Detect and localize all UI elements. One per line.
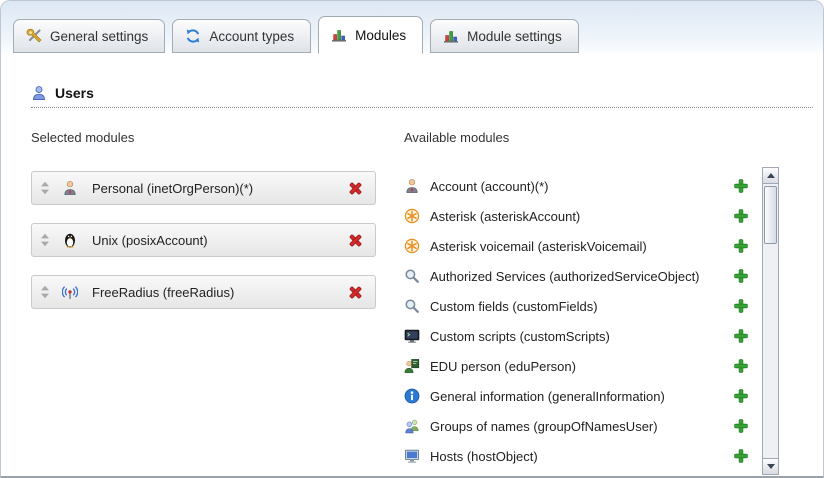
section-title: Users — [55, 85, 94, 101]
info-icon — [404, 388, 420, 404]
available-module-label: Groups of names (groupOfNamesUser) — [430, 419, 658, 434]
edu-person-icon — [404, 358, 420, 374]
arrow-down-icon — [767, 464, 775, 469]
available-module-row: Hosts (hostObject) — [404, 441, 762, 471]
available-module-row: Asterisk voicemail (asteriskVoicemail) — [404, 231, 762, 261]
drag-handle-icon[interactable] — [40, 181, 50, 195]
available-module-row: Groups of names (groupOfNamesUser) — [404, 411, 762, 441]
magnifier-icon — [404, 298, 420, 314]
add-icon[interactable] — [734, 449, 748, 463]
available-module-row: General information (generalInformation) — [404, 381, 762, 411]
available-module-label: EDU person (eduPerson) — [430, 359, 576, 374]
add-icon[interactable] — [734, 299, 748, 313]
available-module-label: General information (generalInformation) — [430, 389, 665, 404]
lam-config-window: General settings Account types Modules M… — [0, 0, 824, 478]
add-icon[interactable] — [734, 269, 748, 283]
selected-module-row[interactable]: FreeRadius (freeRadius) — [31, 275, 376, 309]
arrow-up-icon — [767, 173, 775, 178]
add-icon[interactable] — [734, 239, 748, 253]
antenna-icon — [62, 284, 78, 300]
selected-module-row[interactable]: Personal (inetOrgPerson)(*) — [31, 171, 376, 205]
add-icon[interactable] — [734, 419, 748, 433]
tools-icon — [26, 28, 42, 44]
available-module-label: Account (account)(*) — [430, 179, 549, 194]
add-icon[interactable] — [734, 389, 748, 403]
available-modules-heading: Available modules — [404, 130, 779, 145]
tab-label: General settings — [50, 29, 148, 44]
tab-label: Module settings — [467, 29, 562, 44]
available-module-row: Authorized Services (authorizedServiceOb… — [404, 261, 762, 291]
scrollbar-thumb[interactable] — [764, 186, 777, 244]
available-module-row: Asterisk (asteriskAccount) — [404, 201, 762, 231]
selected-module-label: Unix (posixAccount) — [92, 233, 208, 248]
selected-modules-panel: Selected modules Personal (inetOrgPerson… — [31, 130, 376, 475]
scrollbar-track[interactable] — [763, 184, 778, 458]
available-module-row: Custom scripts (customScripts) — [404, 321, 762, 351]
drag-handle-icon[interactable] — [40, 233, 50, 247]
available-module-row: Custom fields (customFields) — [404, 291, 762, 321]
tab-bar: General settings Account types Modules M… — [1, 1, 823, 53]
selected-module-label: FreeRadius (freeRadius) — [92, 285, 234, 300]
tab-general-settings[interactable]: General settings — [13, 19, 165, 53]
refresh-icon — [185, 28, 201, 44]
available-module-row: EDU person (eduPerson) — [404, 351, 762, 381]
available-modules-list: Account (account)(*) Asterisk (asteriskA… — [404, 171, 762, 475]
available-module-label: Hosts (hostObject) — [430, 449, 538, 464]
tab-modules[interactable]: Modules — [318, 16, 423, 54]
available-modules-scrollbar[interactable] — [762, 167, 779, 475]
drag-handle-icon[interactable] — [40, 285, 50, 299]
available-module-label: Custom scripts (customScripts) — [430, 329, 610, 344]
asterisk-icon — [404, 238, 420, 254]
person-icon — [62, 180, 78, 196]
group-icon — [404, 418, 420, 434]
host-icon — [404, 448, 420, 464]
module-columns: Selected modules Personal (inetOrgPerson… — [1, 108, 823, 475]
add-icon[interactable] — [734, 209, 748, 223]
delete-icon[interactable] — [348, 181, 363, 196]
selected-module-row[interactable]: Unix (posixAccount) — [31, 223, 376, 257]
tab-label: Account types — [209, 29, 294, 44]
modules-tab-content: Users Selected modules Personal (inetOrg… — [1, 53, 823, 475]
scroll-up-button[interactable] — [763, 168, 778, 184]
chart-icon — [443, 28, 459, 44]
selected-modules-heading: Selected modules — [31, 130, 376, 145]
selected-module-label: Personal (inetOrgPerson)(*) — [92, 181, 253, 196]
available-module-row: Account (account)(*) — [404, 171, 762, 201]
available-module-label: Asterisk (asteriskAccount) — [430, 209, 580, 224]
add-icon[interactable] — [734, 179, 748, 193]
available-modules-panel: Available modules Account (account)(*) A… — [404, 130, 779, 475]
asterisk-icon — [404, 208, 420, 224]
scroll-down-button[interactable] — [763, 458, 778, 474]
chart-icon — [331, 27, 347, 43]
magnifier-icon — [404, 268, 420, 284]
add-icon[interactable] — [734, 359, 748, 373]
available-module-label: Asterisk voicemail (asteriskVoicemail) — [430, 239, 647, 254]
users-section-header: Users — [31, 85, 813, 108]
available-module-label: Authorized Services (authorizedServiceOb… — [430, 269, 700, 284]
delete-icon[interactable] — [348, 233, 363, 248]
available-module-label: Custom fields (customFields) — [430, 299, 598, 314]
delete-icon[interactable] — [348, 285, 363, 300]
tab-module-settings[interactable]: Module settings — [430, 19, 579, 53]
tab-account-types[interactable]: Account types — [172, 19, 311, 53]
user-icon — [31, 85, 47, 101]
terminal-icon — [404, 328, 420, 344]
tab-label: Modules — [355, 28, 406, 43]
penguin-icon — [62, 232, 78, 248]
add-icon[interactable] — [734, 329, 748, 343]
person-icon — [404, 178, 420, 194]
